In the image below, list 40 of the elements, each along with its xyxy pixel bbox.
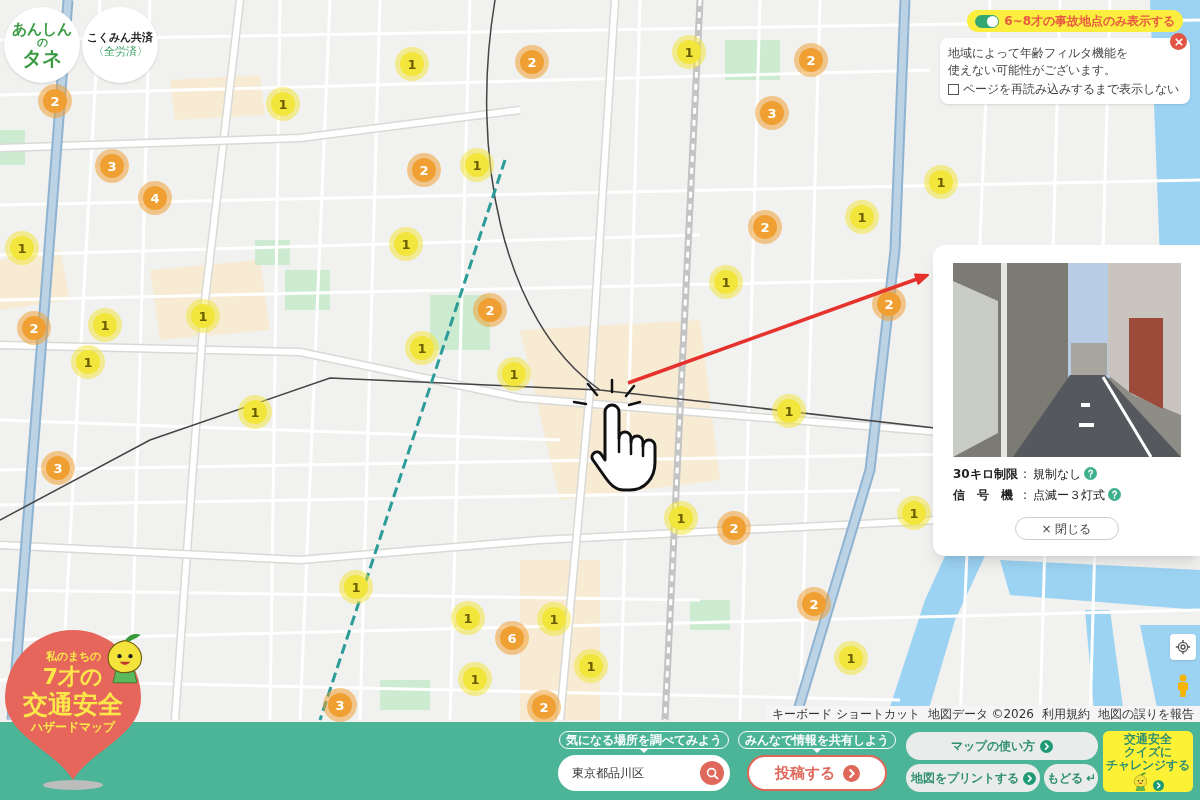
terms-link[interactable]: 利用規約: [1042, 708, 1090, 720]
report-error-link[interactable]: 地図の誤りを報告: [1098, 708, 1194, 720]
info-value: 点滅ー３灯式: [1033, 486, 1105, 504]
chevron-icon: [842, 764, 860, 782]
info-label: 信 号 機: [953, 486, 1014, 504]
info-separator: :: [1021, 465, 1028, 483]
post-button[interactable]: 投稿する: [747, 755, 887, 791]
guide-button[interactable]: マップの使い方: [906, 732, 1098, 760]
info-value: 規制なし: [1033, 465, 1081, 483]
close-popup-button[interactable]: × 閉じる: [1014, 517, 1119, 540]
toggle-switch[interactable]: [975, 14, 1000, 28]
park-area: [380, 680, 430, 710]
chevron-icon: [1040, 739, 1053, 753]
help-icon[interactable]: [1108, 488, 1121, 501]
park-area: [690, 600, 730, 630]
quiz-button[interactable]: 交通安全 クイズに チャレンジする: [1103, 731, 1193, 792]
locate-button[interactable]: [1170, 634, 1196, 660]
checkbox-label[interactable]: ページを再読み込みするまで表示しない: [963, 82, 1179, 97]
chevron-icon: [1153, 780, 1164, 791]
back-button[interactable]: もどる: [1044, 764, 1098, 792]
help-icon[interactable]: [1084, 467, 1097, 480]
logo-title: 私のまちの 7才の 交通安全 ハザードマップ: [23, 650, 123, 735]
info-separator: :: [1021, 486, 1028, 504]
print-button[interactable]: 地図をプリントする: [906, 764, 1040, 792]
logo-text: こくみん共済 〈全労済〉: [87, 31, 153, 59]
close-icon: [1174, 37, 1183, 46]
chevron-icon: [1022, 771, 1036, 785]
logo-text: あんしん の タネ: [12, 22, 72, 68]
checkbox[interactable]: [948, 84, 959, 95]
info-label: 30キロ制限: [953, 465, 1017, 483]
age-filter-toggle[interactable]: 6~8才の事故地点のみ表示する: [967, 10, 1183, 32]
search-icon: [705, 766, 719, 780]
keyboard-shortcuts-link[interactable]: キーボード ショートカット: [771, 708, 920, 720]
notice-text: 地域によって年齢フィルタ機能を使えない可能性がございます。: [948, 45, 1129, 79]
map-data-credit: 地図データ ©2026: [927, 708, 1034, 720]
crosshair-icon: [1175, 639, 1191, 655]
return-arrow-icon: [1085, 773, 1095, 783]
mascot-drawing: [1132, 772, 1149, 791]
toggle-label: 6~8才の事故地点のみ表示する: [1004, 13, 1175, 30]
search-field[interactable]: 東京都品川区: [558, 755, 730, 791]
